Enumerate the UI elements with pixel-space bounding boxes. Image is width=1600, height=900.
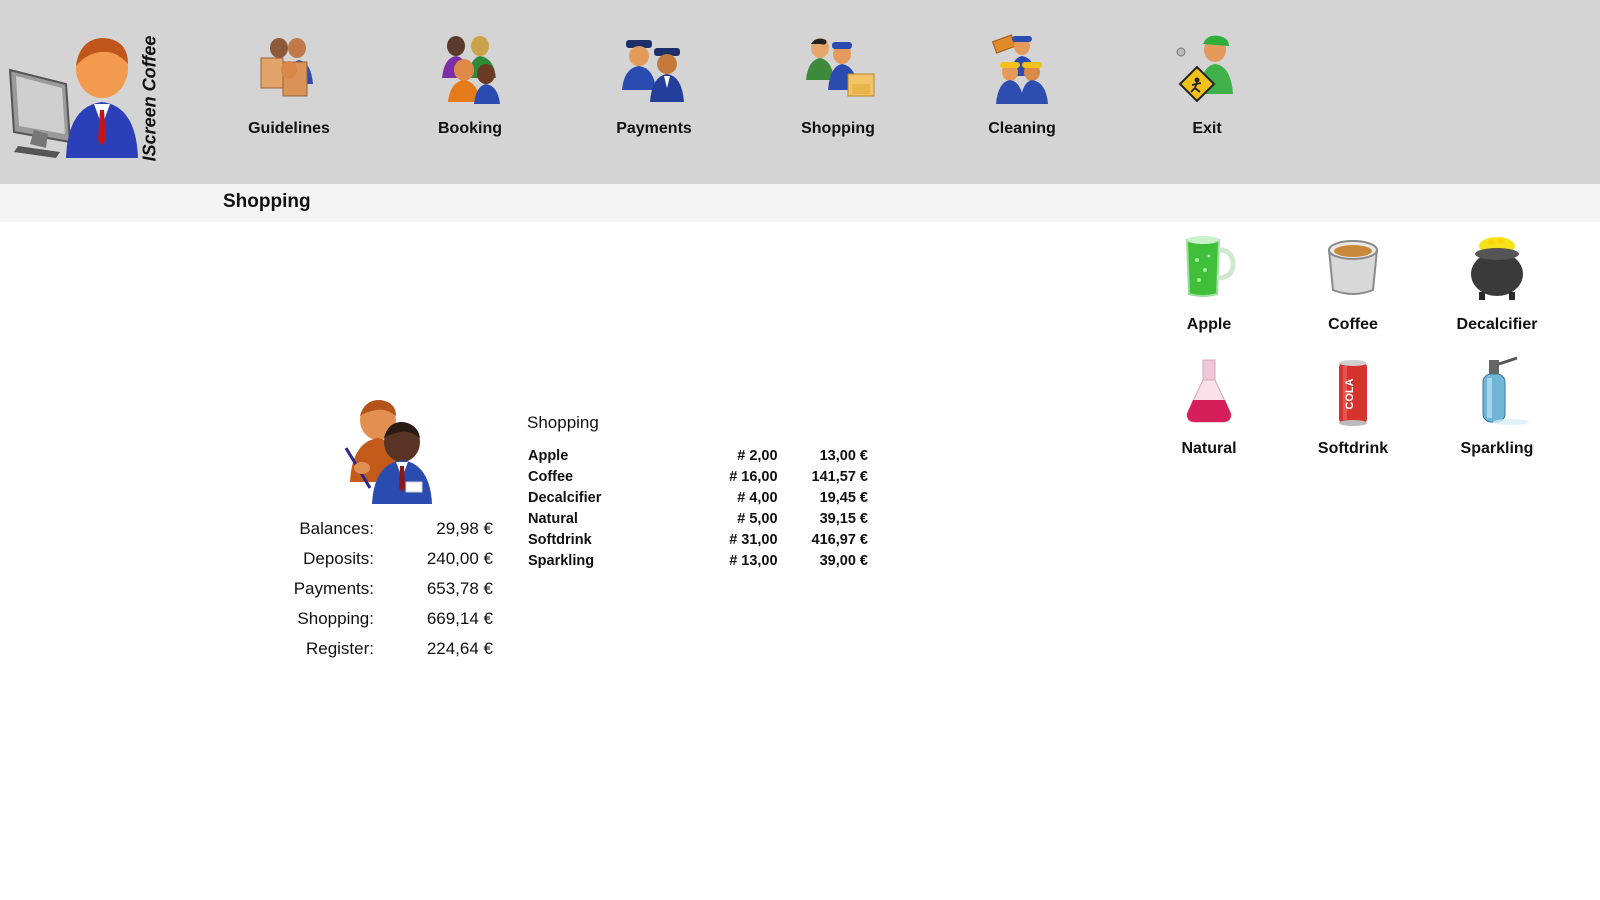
summary-label: Register: — [305, 639, 374, 658]
nav-shopping-label: Shopping — [801, 120, 875, 137]
nav-exit-label: Exit — [1192, 120, 1222, 137]
product-softdrink-button[interactable]: COLA Softdrink — [1288, 356, 1418, 471]
nav-booking[interactable]: Booking — [395, 32, 545, 150]
product-label: Natural — [1181, 440, 1237, 457]
nav-payments[interactable]: Payments — [579, 32, 729, 150]
item-total: 141,57 € — [811, 468, 868, 485]
app-brand-text: IScreen Coffee — [139, 35, 160, 161]
exit-icon — [1176, 35, 1233, 103]
balance-summary: Balances: 29,98 € Deposits: 240,00 € Pay… — [280, 514, 500, 664]
summary-value: 29,98 € — [436, 519, 493, 538]
product-label: Apple — [1186, 316, 1232, 333]
item-total: 19,45 € — [819, 489, 868, 506]
item-name: Coffee — [528, 468, 574, 485]
shopping-icon — [806, 38, 875, 97]
item-quantity: # 5,00 — [737, 510, 778, 527]
product-label: Sparkling — [1460, 440, 1534, 457]
summary-value: 653,78 € — [426, 579, 493, 598]
summary-value: 224,64 € — [426, 639, 493, 658]
table-row: Sparkling # 13,00 39,00 € — [528, 550, 868, 571]
item-total: 39,15 € — [819, 510, 868, 527]
product-decalcifier-button[interactable]: Decalcifier — [1432, 232, 1562, 347]
item-quantity: # 2,00 — [737, 447, 778, 464]
guidelines-icon — [260, 38, 313, 97]
nav-exit[interactable]: Exit — [1132, 32, 1282, 150]
cleaning-icon — [991, 34, 1048, 104]
natural-flask-icon — [1186, 359, 1232, 423]
table-row: Natural # 5,00 39,15 € — [528, 508, 868, 529]
nav-cleaning[interactable]: Cleaning — [947, 32, 1097, 150]
nav-guidelines[interactable]: Guidelines — [214, 32, 364, 150]
product-label: Coffee — [1328, 316, 1378, 333]
item-name: Softdrink — [528, 531, 592, 548]
coffee-bucket-icon — [1327, 240, 1379, 295]
summary-row-shopping: Shopping: 669,14 € — [280, 604, 500, 634]
page-title: Shopping — [223, 191, 311, 212]
accountant-avatar-icon — [336, 398, 440, 506]
nav-payments-label: Payments — [616, 120, 692, 137]
cola-can-icon: COLA — [1339, 360, 1367, 426]
payments-icon — [622, 40, 684, 102]
shopping-table-title: Shopping — [527, 413, 599, 432]
item-quantity: # 4,00 — [737, 489, 778, 506]
item-total: 13,00 € — [819, 447, 868, 464]
item-name: Natural — [528, 510, 578, 527]
decalcifier-pot-icon — [1471, 237, 1523, 300]
nav-cleaning-label: Cleaning — [988, 120, 1056, 137]
nav-shopping[interactable]: Shopping — [763, 32, 913, 150]
summary-row-balances: Balances: 29,98 € — [280, 514, 500, 544]
summary-row-register: Register: 224,64 € — [280, 634, 500, 664]
product-natural-button[interactable]: Natural — [1144, 356, 1274, 471]
item-quantity: # 16,00 — [729, 468, 778, 485]
table-row: Decalcifier # 4,00 19,45 € — [528, 487, 868, 508]
summary-value: 669,14 € — [426, 609, 493, 628]
cola-can-text: COLA — [1344, 378, 1356, 409]
top-toolbar: IScreen Coffee Guidelines Booking Paymen… — [0, 0, 1600, 184]
table-row: Softdrink # 31,00 416,97 € — [528, 529, 868, 550]
summary-row-deposits: Deposits: 240,00 € — [280, 544, 500, 574]
summary-value: 240,00 € — [426, 549, 493, 568]
summary-label: Shopping: — [297, 609, 374, 628]
item-quantity: # 13,00 — [729, 552, 778, 569]
item-name: Apple — [528, 447, 569, 464]
item-total: 39,00 € — [819, 552, 868, 569]
item-name: Decalcifier — [528, 489, 602, 506]
product-apple-button[interactable]: Apple — [1144, 232, 1274, 347]
shopping-table: Apple # 2,00 13,00 € Coffee # 16,00 141,… — [528, 445, 868, 571]
product-label: Decalcifier — [1456, 316, 1538, 333]
apple-juice-mug-icon — [1185, 236, 1236, 297]
summary-label: Balances: — [299, 519, 374, 538]
table-row: Coffee # 16,00 141,57 € — [528, 466, 868, 487]
summary-row-payments: Payments: 653,78 € — [280, 574, 500, 604]
summary-label: Deposits: — [303, 549, 374, 568]
product-sparkling-button[interactable]: Sparkling — [1432, 356, 1562, 471]
item-name: Sparkling — [528, 552, 595, 569]
item-quantity: # 31,00 — [729, 531, 778, 548]
soda-siphon-icon — [1482, 356, 1529, 425]
table-row: Apple # 2,00 13,00 € — [528, 445, 868, 466]
app-brand: IScreen Coffee — [136, 34, 164, 162]
booking-icon — [442, 36, 500, 104]
nav-guidelines-label: Guidelines — [248, 120, 330, 137]
nav-booking-label: Booking — [438, 120, 502, 137]
product-label: Softdrink — [1317, 440, 1389, 457]
product-coffee-button[interactable]: Coffee — [1288, 232, 1418, 347]
summary-label: Payments: — [293, 579, 374, 598]
item-total: 416,97 € — [811, 531, 868, 548]
